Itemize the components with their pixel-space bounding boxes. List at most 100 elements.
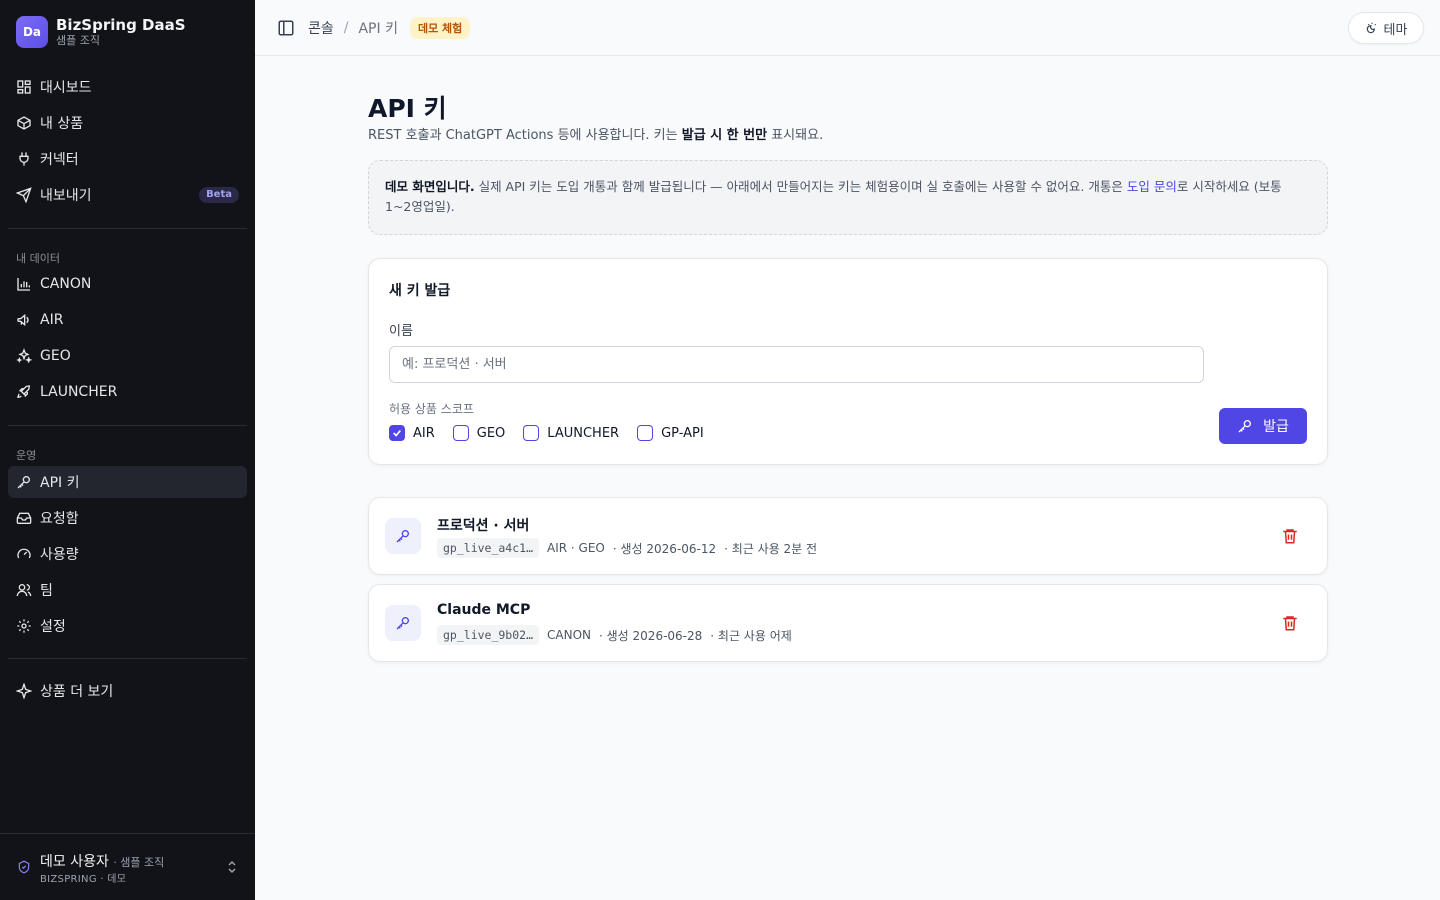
bar-chart-icon <box>17 278 30 291</box>
sidebar-item-label: 사용량 <box>40 547 79 563</box>
theme-button[interactable]: 테마 <box>1348 12 1424 44</box>
brand[interactable]: Da BizSpring DaaS 샘플 조직 <box>16 16 186 48</box>
contact-link[interactable]: 도입 문의 <box>1127 179 1177 194</box>
gear-icon <box>17 619 31 633</box>
sidebar-item-team[interactable]: 팀 <box>8 574 247 606</box>
user-menu[interactable]: 데모 사용자 · 샘플 조직 BIZSPRING · 데모 <box>0 833 255 900</box>
theme-icon <box>1366 22 1376 34</box>
notice-bold: 데모 화면입니다. <box>385 179 475 194</box>
breadcrumb-root[interactable]: 콘솔 <box>308 18 334 38</box>
sidebar-item-air[interactable]: AIR <box>8 304 247 336</box>
beta-badge: Beta <box>199 187 239 203</box>
sidebar-divider <box>8 425 247 426</box>
demo-badge: 데모 체험 <box>409 17 471 39</box>
key-meta: gp_live_9b02… CANON · 생성 2026-06-28 · 최근… <box>437 625 792 645</box>
key-prefix[interactable]: gp_live_a4c1… <box>437 538 540 558</box>
sidebar-item-more-products[interactable]: 상품 더 보기 <box>8 675 247 707</box>
scope-label-text: AIR <box>413 425 435 441</box>
gauge-icon <box>17 548 31 559</box>
breadcrumb-separator: / <box>343 20 349 36</box>
issue-key-button[interactable]: 발급 <box>1219 408 1307 444</box>
trash-icon[interactable] <box>1281 614 1299 632</box>
sidebar: Da BizSpring DaaS 샘플 조직 대시보드 내 상품 커넥터 내보… <box>0 0 255 900</box>
brand-logo: Da <box>16 16 48 48</box>
sparkle-icon <box>16 683 32 699</box>
key-name: 프로덕션 · 서버 <box>437 518 530 534</box>
sidebar-item-label: GEO <box>40 348 71 364</box>
notice-text: 실제 API 키는 도입 개통과 함께 발급됩니다 — 아래에서 만들어지는 키… <box>474 179 1127 194</box>
sidebar-item-label: 팀 <box>40 583 53 599</box>
scope-label: 허용 상품 스코프 <box>389 402 474 416</box>
sidebar-item-canon[interactable]: CANON <box>8 268 247 300</box>
desc-bold: 발급 시 한 번만 <box>681 128 768 143</box>
sidebar-item-usage[interactable]: 사용량 <box>8 538 247 570</box>
section-label-ops: 운영 <box>16 449 37 462</box>
checkbox[interactable] <box>637 425 654 441</box>
issue-label: 발급 <box>1263 419 1289 435</box>
sidebar-item-connectors[interactable]: 커넥터 <box>8 143 247 175</box>
demo-notice: 데모 화면입니다. 실제 API 키는 도입 개통과 함께 발급됩니다 — 아래… <box>368 160 1328 235</box>
sidebar-item-inbox[interactable]: 요청함 <box>8 502 247 534</box>
user-name: 데모 사용자 <box>40 854 109 870</box>
scope-gp-api[interactable]: GP-API <box>637 425 704 441</box>
key-scopes: AIR · GEO <box>547 541 605 555</box>
sidebar-item-api-keys[interactable]: API 키 <box>8 466 247 498</box>
sidebar-divider <box>8 658 247 659</box>
brand-org: 샘플 조직 <box>56 34 100 47</box>
api-key-item: 프로덕션 · 서버 gp_live_a4c1… AIR · GEO · 생성 2… <box>368 497 1328 575</box>
rocket-icon <box>17 385 31 399</box>
inbox-icon <box>16 512 32 524</box>
sidebar-item-launcher[interactable]: LAUNCHER <box>8 376 247 408</box>
trash-icon[interactable] <box>1281 527 1299 545</box>
send-icon <box>16 187 32 203</box>
check-icon <box>393 429 401 437</box>
scope-label-text: GEO <box>476 425 506 441</box>
scope-air[interactable]: AIR <box>389 425 435 441</box>
key-icon <box>396 530 409 543</box>
shield-check-icon <box>18 860 30 874</box>
key-name: Claude MCP <box>437 602 531 618</box>
scope-launcher[interactable]: LAUNCHER <box>523 425 619 441</box>
scope-label-text: GP-API <box>661 425 704 441</box>
page-title: API 키 <box>368 94 447 123</box>
sidebar-item-export[interactable]: 내보내기 Beta <box>8 179 247 211</box>
key-name-input[interactable] <box>389 346 1204 383</box>
sidebar-item-label: 대시보드 <box>40 80 92 96</box>
user-meta: BIZSPRING · 데모 <box>40 874 127 885</box>
key-icon-box <box>385 518 421 554</box>
user-name-line: 데모 사용자 · 샘플 조직 <box>40 851 164 871</box>
api-key-item: Claude MCP gp_live_9b02… CANON · 생성 2026… <box>368 584 1328 662</box>
key-meta: gp_live_a4c1… AIR · GEO · 생성 2026-06-12 … <box>437 538 817 558</box>
desc-post: 표시돼요. <box>767 128 824 143</box>
breadcrumb: 콘솔 / API 키 데모 체험 <box>308 17 471 39</box>
name-label: 이름 <box>389 324 413 339</box>
checkbox[interactable] <box>452 425 469 441</box>
desc-pre: REST 호출과 ChatGPT Actions 등에 사용합니다. 키는 <box>368 128 682 143</box>
plug-icon <box>19 152 29 166</box>
package-icon <box>17 116 31 130</box>
sidebar-item-dashboard[interactable]: 대시보드 <box>8 71 247 103</box>
key-prefix[interactable]: gp_live_9b02… <box>437 625 540 645</box>
users-icon <box>16 584 32 597</box>
key-last-used: · 최근 사용 어제 <box>710 628 792 643</box>
scope-checkbox-group: AIR GEO LAUNCHER GP-API <box>389 425 722 441</box>
checkbox[interactable] <box>523 425 540 441</box>
key-icon <box>17 476 30 489</box>
checkbox-checked[interactable] <box>389 425 405 441</box>
sidebar-toggle-icon[interactable] <box>277 19 295 37</box>
sidebar-item-label: AIR <box>40 312 64 328</box>
sidebar-item-settings[interactable]: 설정 <box>8 610 247 642</box>
page-description: REST 호출과 ChatGPT Actions 등에 사용합니다. 키는 발급… <box>368 124 823 143</box>
key-last-used: · 최근 사용 2분 전 <box>724 541 818 556</box>
sparkles-icon <box>16 348 32 364</box>
key-created: · 생성 2026-06-12 <box>612 541 717 556</box>
new-key-card: 새 키 발급 이름 허용 상품 스코프 AIR GEO LAUNCHER GP-… <box>368 258 1328 465</box>
sidebar-item-geo[interactable]: GEO <box>8 340 247 372</box>
new-key-title: 새 키 발급 <box>389 283 451 299</box>
sidebar-divider <box>8 228 247 229</box>
scope-geo[interactable]: GEO <box>452 425 506 441</box>
sidebar-item-products[interactable]: 내 상품 <box>8 107 247 139</box>
key-scopes: CANON <box>547 628 592 642</box>
sidebar-item-label: 설정 <box>40 619 66 635</box>
sidebar-item-label: LAUNCHER <box>40 384 118 400</box>
